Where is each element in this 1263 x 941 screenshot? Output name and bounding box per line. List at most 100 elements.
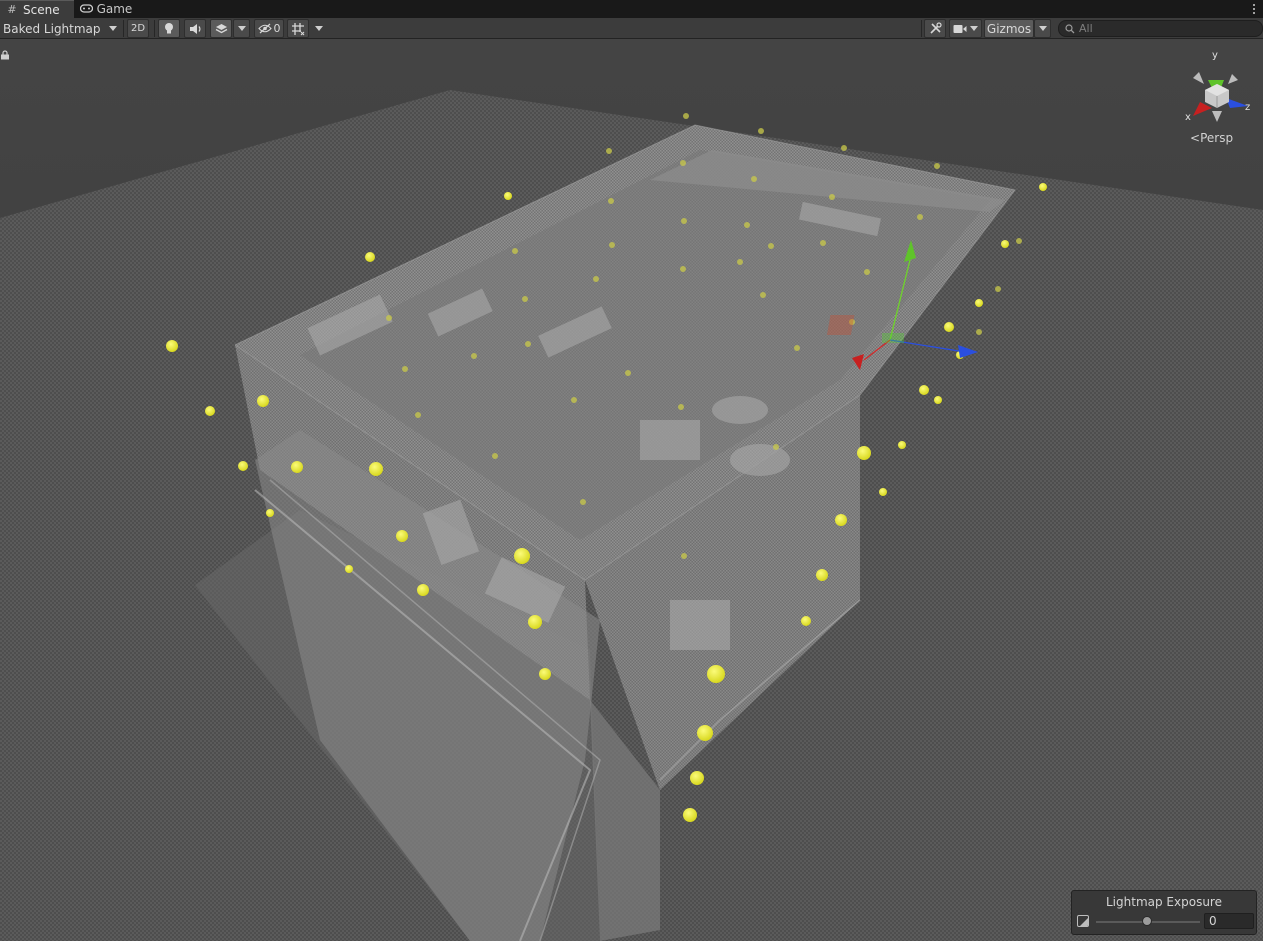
exposure-slider-handle[interactable] [1142, 916, 1152, 926]
light-probe[interactable] [801, 616, 811, 626]
gizmos-label: Gizmos [986, 21, 1032, 36]
light-probe[interactable] [205, 406, 215, 416]
projection-label: Persp [1200, 131, 1234, 145]
light-probe[interactable] [934, 163, 940, 169]
gizmo-x-label: x [1185, 112, 1191, 123]
light-probe[interactable] [525, 341, 531, 347]
light-probe[interactable] [345, 565, 353, 573]
light-probe[interactable] [625, 370, 631, 376]
search-input[interactable] [1079, 22, 1259, 35]
light-probe[interactable] [773, 444, 779, 450]
light-probe[interactable] [593, 276, 599, 282]
light-probe[interactable] [609, 242, 615, 248]
search-field[interactable] [1058, 20, 1263, 37]
light-probe[interactable] [238, 461, 248, 471]
light-probe[interactable] [857, 446, 871, 460]
tab-game-label: Game [96, 2, 133, 16]
grid-toggle-button[interactable] [287, 19, 309, 38]
light-probe[interactable] [606, 148, 612, 154]
light-probe[interactable] [386, 315, 392, 321]
light-probe[interactable] [680, 160, 686, 166]
gizmos-button[interactable]: Gizmos [984, 19, 1034, 38]
more-options-icon[interactable] [1249, 0, 1259, 18]
effects-toggle-button[interactable] [210, 19, 232, 38]
light-probe[interactable] [995, 286, 1001, 292]
light-probe[interactable] [396, 530, 408, 542]
light-probe[interactable] [681, 553, 687, 559]
light-probe[interactable] [707, 665, 725, 683]
light-probe[interactable] [492, 453, 498, 459]
light-probe[interactable] [835, 514, 847, 526]
lighting-toggle-button[interactable] [158, 19, 180, 38]
light-probe[interactable] [471, 353, 477, 359]
light-probe[interactable] [678, 404, 684, 410]
scene-visibility-button[interactable]: 0 [254, 19, 284, 38]
light-probe[interactable] [514, 548, 530, 564]
light-probe[interactable] [291, 461, 303, 473]
light-probe[interactable] [864, 269, 870, 275]
light-probe[interactable] [976, 329, 982, 335]
light-probe[interactable] [879, 488, 887, 496]
projection-toggle[interactable]: <Persp [1190, 131, 1233, 145]
light-probe[interactable] [751, 176, 757, 182]
lock-icon[interactable] [0, 50, 10, 60]
light-probe[interactable] [975, 299, 983, 307]
light-probe[interactable] [829, 194, 835, 200]
scene-toolbar: Baked Lightmap 2D 0 Gizmos [0, 18, 1263, 39]
light-probe[interactable] [417, 584, 429, 596]
scene-render[interactable]: y x z [0, 39, 1263, 941]
2d-toggle-button[interactable]: 2D [127, 19, 149, 38]
light-probe[interactable] [934, 396, 942, 404]
light-probe[interactable] [760, 292, 766, 298]
grid-dropdown[interactable] [311, 19, 327, 38]
light-probe[interactable] [365, 252, 375, 262]
light-probe[interactable] [919, 385, 929, 395]
light-probe[interactable] [369, 462, 383, 476]
exposure-value-field[interactable]: 0 [1204, 913, 1254, 929]
light-probe[interactable] [415, 412, 421, 418]
light-probe[interactable] [680, 266, 686, 272]
light-probe[interactable] [257, 395, 269, 407]
light-probe[interactable] [402, 366, 408, 372]
scene-viewport[interactable]: y x z <Persp [0, 39, 1263, 941]
gizmos-dropdown[interactable] [1034, 19, 1051, 38]
light-probe[interactable] [580, 499, 586, 505]
tab-game[interactable]: Game [74, 0, 147, 18]
light-probe[interactable] [697, 725, 713, 741]
light-probe[interactable] [528, 615, 542, 629]
light-probe[interactable] [539, 668, 551, 680]
light-probe[interactable] [1039, 183, 1047, 191]
light-probe[interactable] [522, 296, 528, 302]
light-probe[interactable] [917, 214, 923, 220]
xz-plane-handle[interactable] [882, 333, 904, 343]
light-probe[interactable] [944, 322, 954, 332]
light-probe[interactable] [681, 218, 687, 224]
light-probe[interactable] [737, 259, 743, 265]
camera-settings-button[interactable] [949, 19, 982, 38]
light-probe[interactable] [744, 222, 750, 228]
light-probe[interactable] [758, 128, 764, 134]
light-probe[interactable] [571, 397, 577, 403]
light-probe[interactable] [898, 441, 906, 449]
light-probe[interactable] [683, 808, 697, 822]
light-probe[interactable] [841, 145, 847, 151]
xy-plane-handle[interactable] [826, 315, 855, 335]
light-probe[interactable] [1016, 238, 1022, 244]
tab-scene[interactable]: # Scene [0, 0, 74, 18]
light-probe[interactable] [820, 240, 826, 246]
light-probe[interactable] [504, 192, 512, 200]
light-probe[interactable] [1001, 240, 1009, 248]
light-probe[interactable] [768, 243, 774, 249]
effects-dropdown[interactable] [233, 19, 250, 38]
audio-toggle-button[interactable] [184, 19, 206, 38]
light-probe[interactable] [690, 771, 704, 785]
draw-mode-dropdown[interactable]: Baked Lightmap [2, 19, 120, 38]
light-probe[interactable] [683, 113, 689, 119]
light-probe[interactable] [608, 198, 614, 204]
light-probe[interactable] [266, 509, 274, 517]
tools-button[interactable] [924, 19, 946, 38]
light-probe[interactable] [512, 248, 518, 254]
light-probe[interactable] [816, 569, 828, 581]
light-probe[interactable] [794, 345, 800, 351]
light-probe[interactable] [166, 340, 178, 352]
